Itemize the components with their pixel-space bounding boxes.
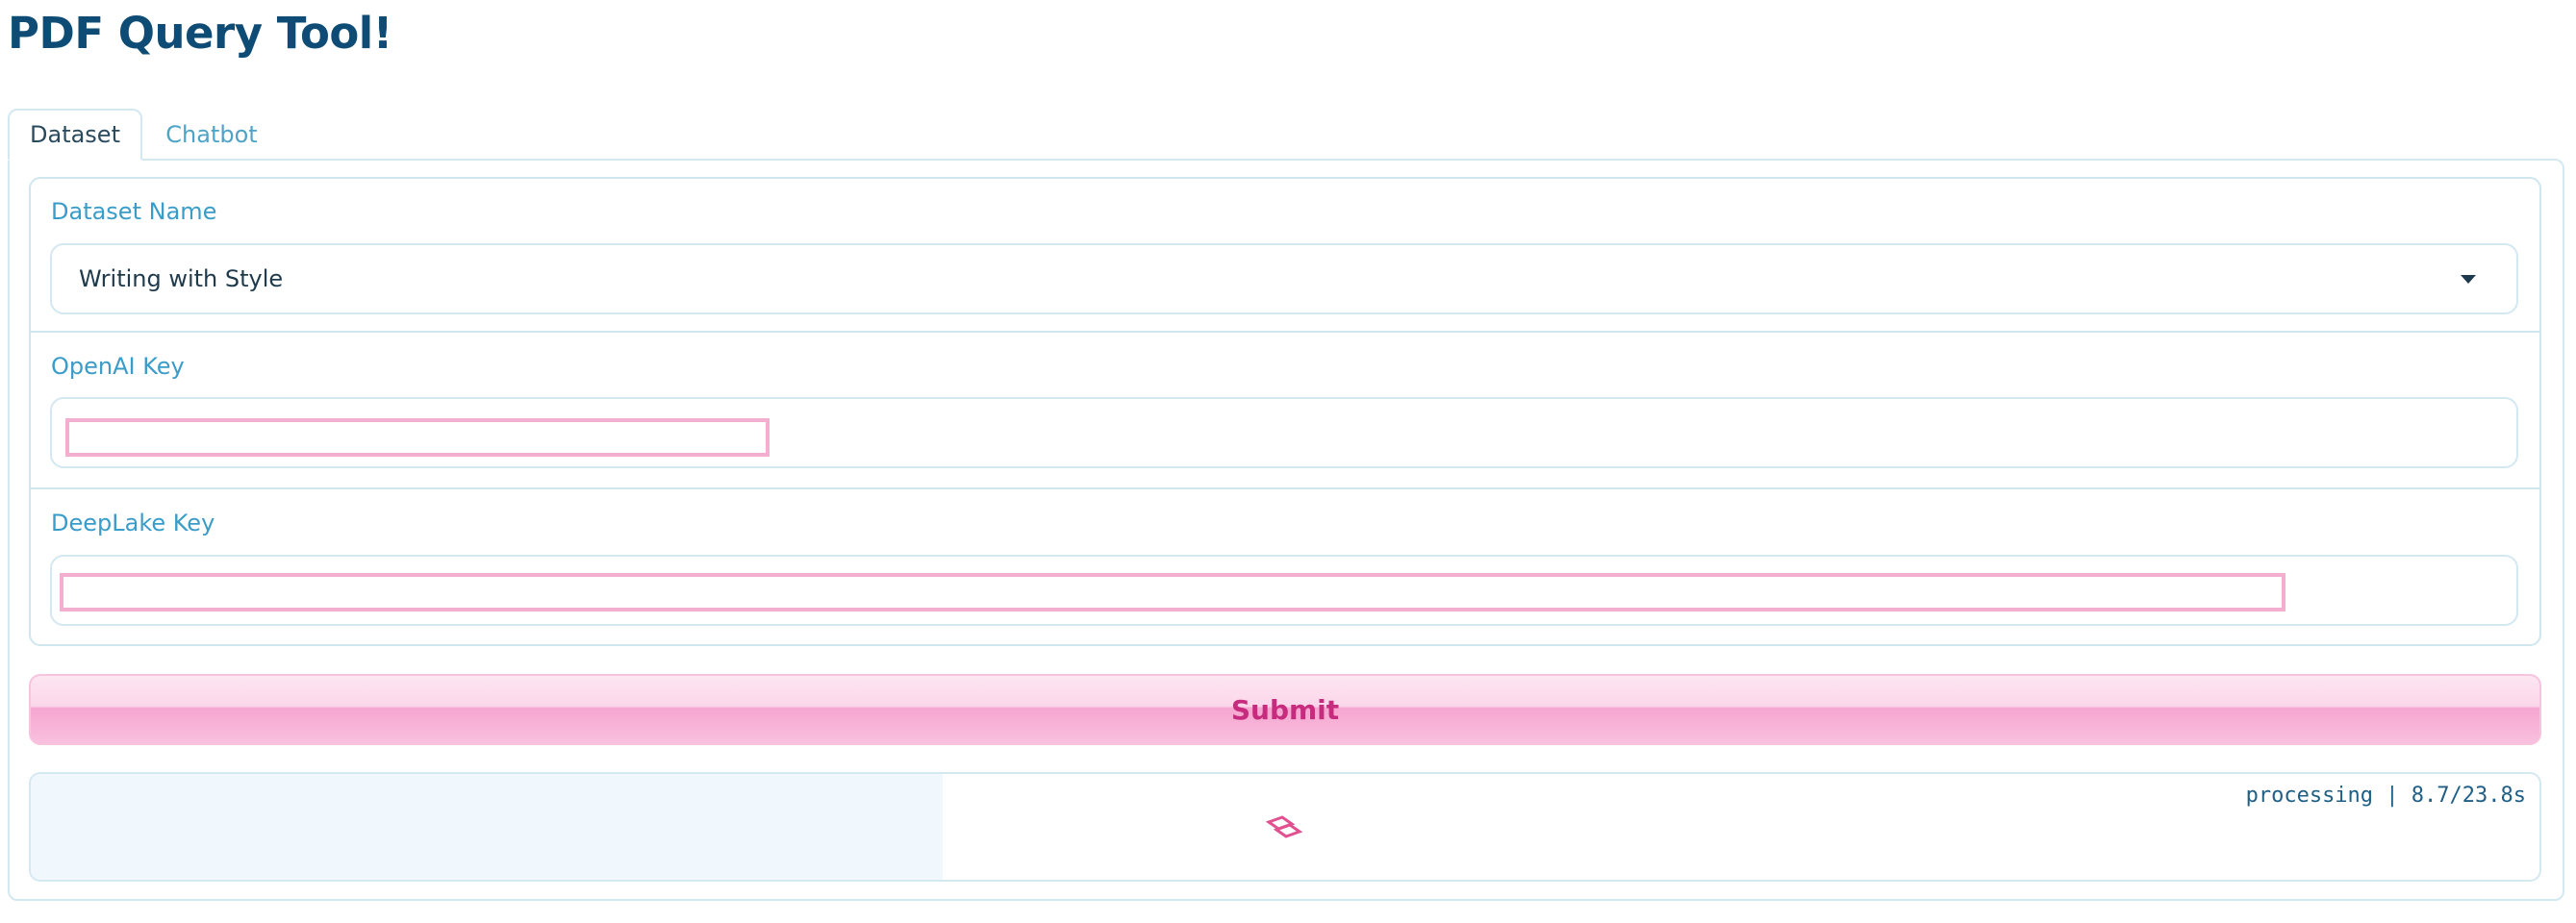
deeplake-key-label: DeepLake Key (51, 510, 215, 536)
output-progress-area (31, 774, 943, 880)
processing-status: processing | 8.7/23.8s (2245, 784, 2526, 808)
section-divider (29, 331, 2541, 333)
output-box: processing | 8.7/23.8s (29, 772, 2541, 882)
openai-key-label: OpenAI Key (51, 353, 185, 380)
tab-dataset[interactable]: Dataset (8, 109, 142, 161)
deeplake-key-input[interactable] (60, 573, 2286, 611)
openai-key-input[interactable] (65, 418, 770, 457)
dataset-name-dropdown[interactable]: Writing with Style (50, 243, 2518, 314)
dataset-name-label: Dataset Name (51, 198, 217, 225)
section-divider (29, 487, 2541, 489)
loading-spinner-icon (1265, 815, 1303, 838)
chevron-down-icon[interactable] (2461, 275, 2476, 284)
deeplake-key-field (50, 555, 2518, 626)
dataset-name-selected-value: Writing with Style (79, 265, 284, 292)
tab-chatbot[interactable]: Chatbot (154, 109, 269, 161)
submit-button[interactable]: Submit (29, 674, 2541, 745)
page-title: PDF Query Tool! (8, 8, 392, 59)
openai-key-field (50, 397, 2518, 468)
